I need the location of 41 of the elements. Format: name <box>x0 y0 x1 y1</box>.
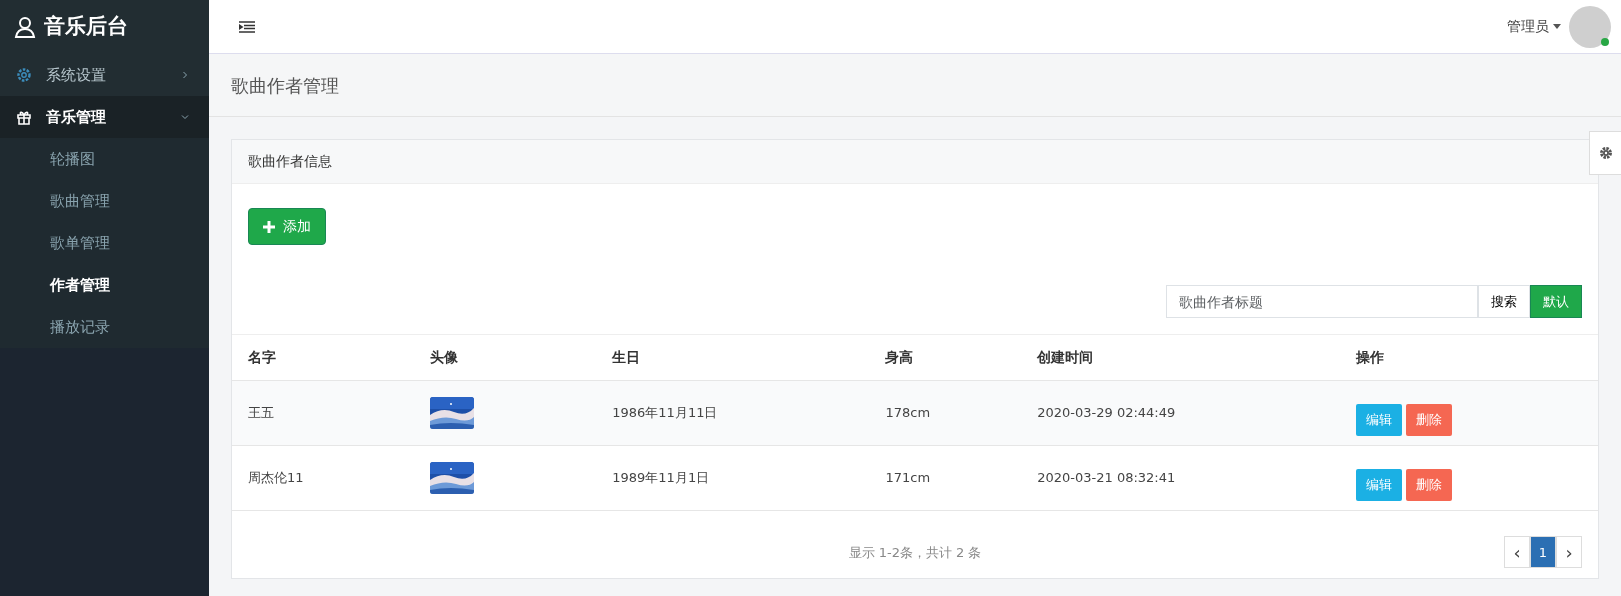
search-button[interactable]: 搜索 <box>1478 285 1530 318</box>
table-cell: 1989年11月1日 <box>596 445 870 511</box>
table-cell: 171cm <box>869 445 1022 511</box>
avatar[interactable] <box>1569 5 1611 48</box>
app-title: 音乐后台 <box>44 13 128 41</box>
page-title: 歌曲作者管理 <box>231 73 339 98</box>
table-cell: 周杰伦11 <box>232 445 415 511</box>
search-field[interactable]: 歌曲作者标题 <box>1166 285 1478 318</box>
settings-tab[interactable] <box>1589 131 1621 175</box>
column-header: 创建时间 <box>1021 334 1340 381</box>
table-cell: 2020-03-21 08:32:41 <box>1021 445 1340 511</box>
chevron-icon <box>181 71 189 79</box>
menu-item[interactable]: 系统设置 <box>0 54 209 96</box>
previous-page-button[interactable]: ‹ <box>1504 536 1530 569</box>
gift-icon <box>16 109 32 125</box>
table-cell: 1986年11月11日 <box>596 380 870 446</box>
user-menu[interactable]: 管理员 <box>1507 16 1561 37</box>
menu-icon[interactable] <box>239 20 255 33</box>
delete-button[interactable]: 删除 <box>1405 404 1452 436</box>
delete-button[interactable]: 删除 <box>1405 469 1452 501</box>
menu-item[interactable]: 音乐管理 <box>0 96 209 138</box>
user-icon <box>14 16 36 38</box>
settings-icon <box>16 67 32 83</box>
default-button[interactable]: 默认 <box>1530 285 1582 318</box>
table-cell: 2020-03-29 02:44:49 <box>1021 380 1340 446</box>
settings-icon <box>1598 146 1613 160</box>
caret-icon <box>1553 24 1561 29</box>
card-title: 歌曲作者信息 <box>248 152 332 171</box>
column-header: 头像 <box>414 334 597 381</box>
column-header: 操作 <box>1339 334 1598 381</box>
chevron-icon <box>181 113 189 121</box>
summary-text: 显示 1-2条，共计 2 条 <box>848 543 982 562</box>
page-button[interactable]: 1 <box>1530 536 1556 569</box>
column-header: 身高 <box>869 334 1022 381</box>
next-page-button[interactable]: › <box>1556 536 1582 569</box>
table-cell: 王五 <box>232 380 415 446</box>
table-cell: 178cm <box>869 380 1022 446</box>
column-header: 名字 <box>232 334 415 381</box>
add-button[interactable]: 添加 <box>248 208 326 245</box>
plus-icon <box>263 220 275 233</box>
column-header: 生日 <box>596 334 870 381</box>
